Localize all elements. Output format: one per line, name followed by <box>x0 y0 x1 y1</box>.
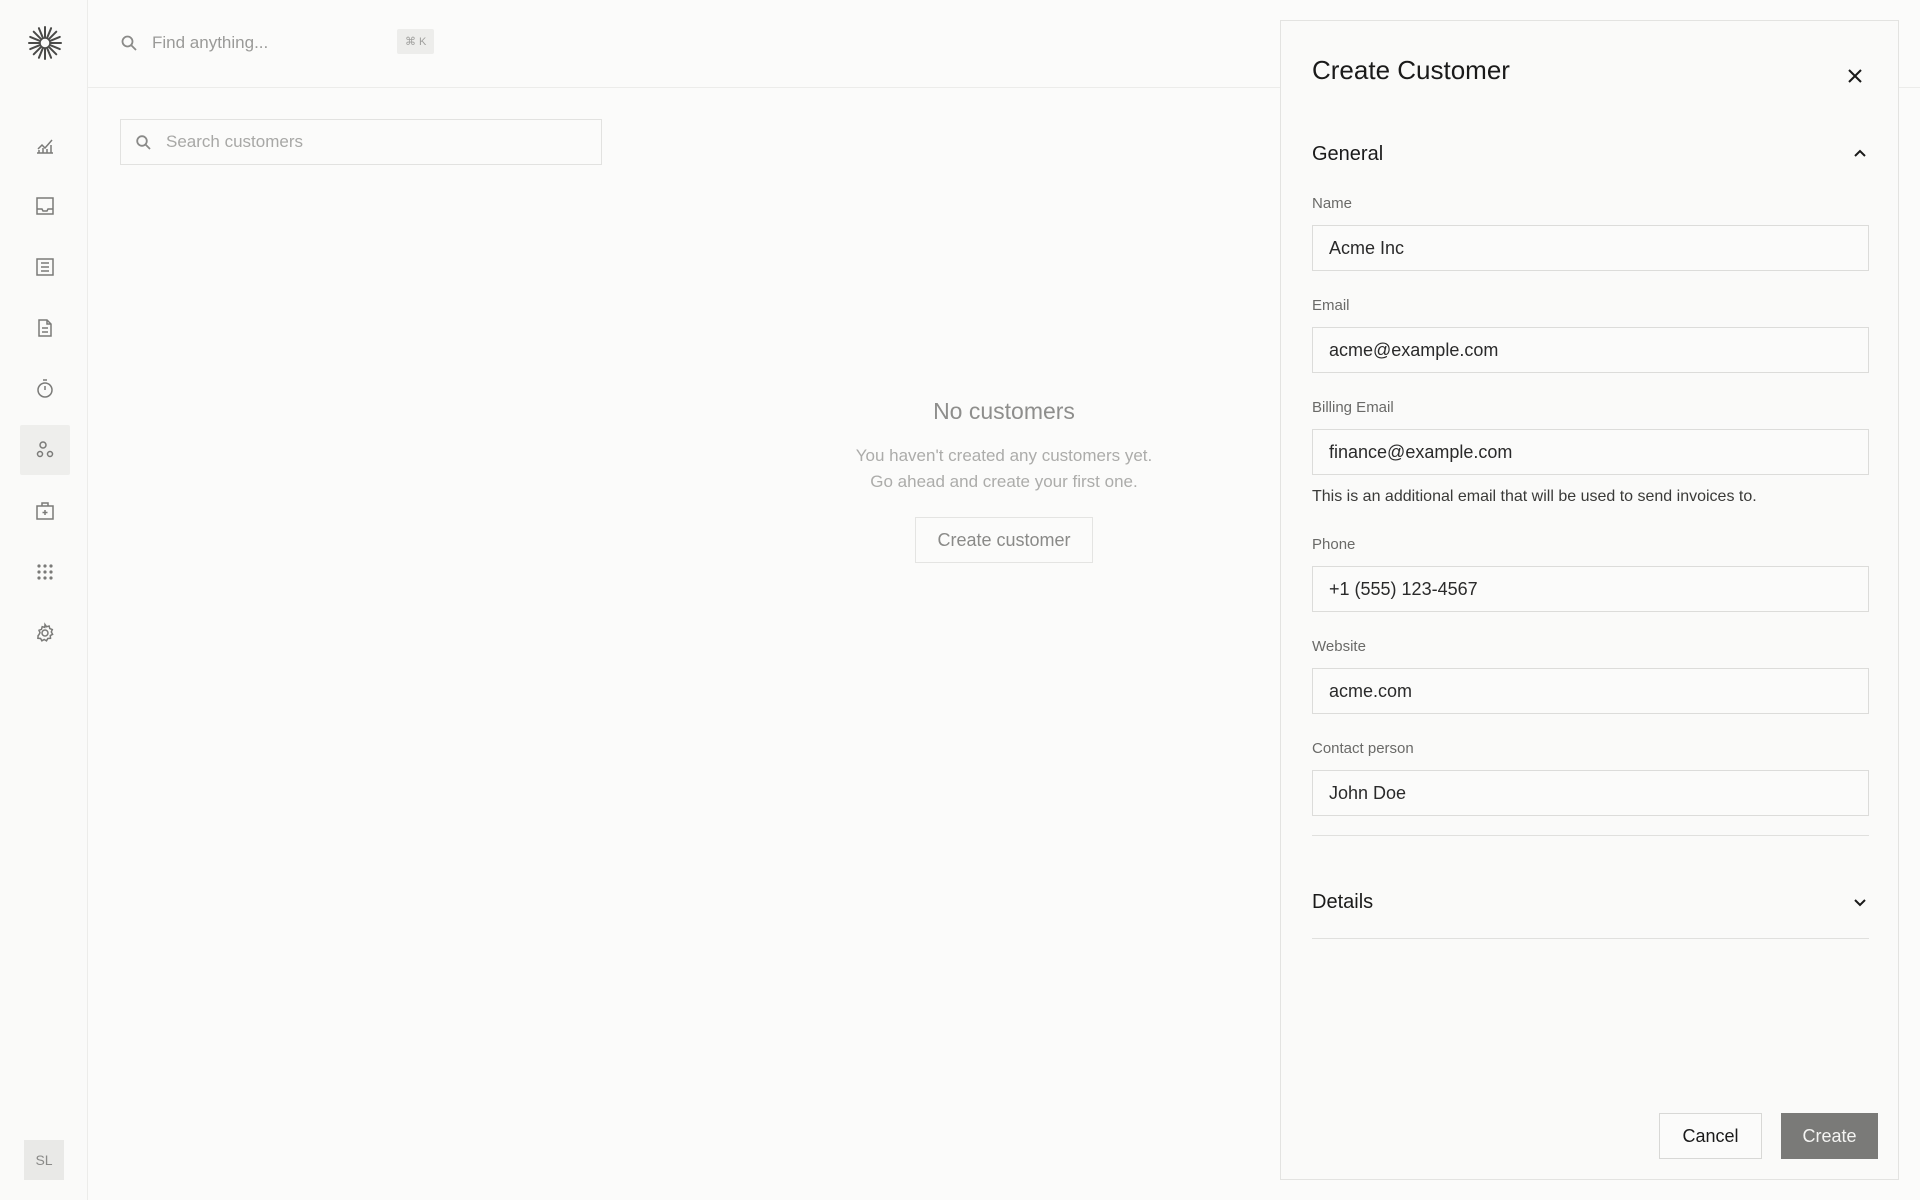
create-button[interactable]: Create <box>1781 1113 1878 1159</box>
sidebar-item-tracker[interactable] <box>20 364 70 414</box>
inbox-icon <box>36 197 54 215</box>
billing-email-help: This is an additional email that will be… <box>1312 488 1757 505</box>
empty-state-description: You haven't created any customers yet. G… <box>804 443 1204 495</box>
contact-person-field[interactable] <box>1313 771 1868 815</box>
document-icon <box>38 319 52 337</box>
sidebar-item-vault[interactable] <box>20 486 70 536</box>
billing-email-label: Billing Email <box>1312 399 1394 416</box>
section-divider <box>1312 835 1869 836</box>
section-divider <box>1312 938 1869 939</box>
general-section-toggle[interactable]: General <box>1312 139 1869 169</box>
empty-state-line-1: You haven't created any customers yet. <box>855 446 1153 465</box>
customer-search-input[interactable] <box>166 120 586 164</box>
search-icon <box>136 135 151 150</box>
customers-icon <box>36 441 54 458</box>
website-field-box <box>1312 668 1869 714</box>
details-section-title: Details <box>1312 890 1374 913</box>
vault-icon <box>36 502 54 520</box>
name-field[interactable] <box>1313 226 1868 270</box>
create-customer-drawer: Create Customer General Name Email Billi… <box>1280 20 1899 1180</box>
find-anything-input[interactable]: Find anything... <box>152 33 268 53</box>
gear-icon <box>37 622 54 642</box>
create-customer-button[interactable]: Create customer <box>915 517 1093 563</box>
shortcut-badge: ⌘ K <box>397 29 435 54</box>
general-section-title: General <box>1312 142 1384 165</box>
sidebar-item-overview[interactable] <box>20 120 70 170</box>
name-label: Name <box>1312 195 1353 212</box>
website-field[interactable] <box>1313 669 1868 713</box>
email-label: Email <box>1312 297 1350 314</box>
empty-state-title: No customers <box>933 398 1075 424</box>
name-field-box <box>1312 225 1869 271</box>
sidebar-item-transactions[interactable] <box>20 242 70 292</box>
empty-state: No customers You haven't created any cus… <box>804 398 1204 563</box>
sidebar-item-invoices[interactable] <box>20 303 70 353</box>
billing-email-field[interactable] <box>1313 430 1868 474</box>
chevron-down-icon <box>1854 899 1866 907</box>
search-icon <box>121 35 137 51</box>
details-section-toggle[interactable]: Details <box>1312 887 1869 917</box>
empty-state-line-2: Go ahead and create your first one. <box>870 472 1138 491</box>
apps-icon <box>37 564 53 580</box>
sidebar-item-inbox[interactable] <box>20 181 70 231</box>
sidebar-item-customers[interactable] <box>20 425 70 475</box>
chart-icon <box>37 139 53 154</box>
website-label: Website <box>1312 638 1366 655</box>
sidebar-nav <box>20 120 70 669</box>
email-field-box <box>1312 327 1869 373</box>
phone-label: Phone <box>1312 536 1356 553</box>
contact-person-label: Contact person <box>1312 740 1414 757</box>
close-icon[interactable] <box>1842 63 1868 89</box>
contact-person-field-box <box>1312 770 1869 816</box>
billing-email-field-box <box>1312 429 1869 475</box>
cancel-button[interactable]: Cancel <box>1659 1113 1762 1159</box>
sidebar-item-settings[interactable] <box>20 608 70 658</box>
timer-icon <box>37 379 53 398</box>
logo-icon[interactable] <box>26 24 64 62</box>
sidebar-item-apps[interactable] <box>20 547 70 597</box>
drawer-title: Create Customer <box>1312 55 1510 85</box>
chevron-up-icon <box>1854 149 1866 157</box>
sidebar: SL <box>0 0 88 1200</box>
email-field[interactable] <box>1313 328 1868 372</box>
phone-field[interactable] <box>1313 567 1868 611</box>
phone-field-box <box>1312 566 1869 612</box>
customer-search-box <box>120 119 602 165</box>
avatar[interactable]: SL <box>24 1140 64 1180</box>
table-icon <box>36 258 54 276</box>
